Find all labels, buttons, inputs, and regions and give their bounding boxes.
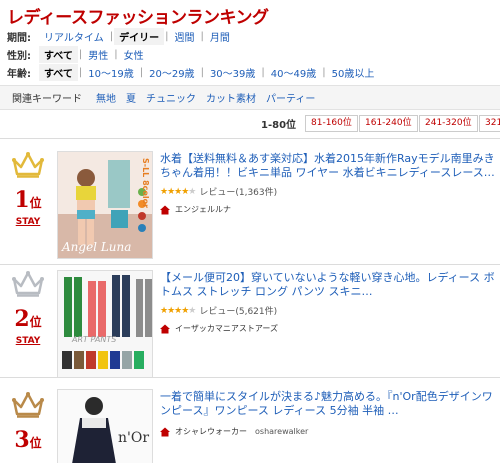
period-option[interactable]: デイリー <box>114 27 165 45</box>
shop-line: イーザッカマニアストアーズ <box>160 323 500 334</box>
filter-label: 期間: <box>7 32 31 44</box>
image-caption: n'Or <box>118 430 150 446</box>
divider <box>0 264 500 265</box>
rank-block: 1位 STAY <box>8 152 48 227</box>
keywords-label: 関連キーワード <box>12 94 82 105</box>
item-info: 水着【送料無料＆あす楽対応】水着2015年新作Rayモデル南里みきちゃん着用！！… <box>160 152 500 215</box>
pagination: 1-80位 81-160位 161-240位 241-320位 321- <box>0 110 500 137</box>
gender-option[interactable]: すべて <box>39 45 78 63</box>
divider <box>0 138 500 139</box>
crown-silver-icon <box>12 271 44 297</box>
period-option[interactable]: 月間 <box>205 28 235 45</box>
star-rating-icon: ★★★★★ <box>160 186 196 197</box>
filter-label: 年齢: <box>7 68 31 80</box>
product-image[interactable]: S-LL 8color Angel Luna <box>57 151 153 259</box>
keyword-link[interactable]: チュニック <box>146 90 196 105</box>
period-option[interactable]: 週間 <box>169 28 199 45</box>
shop-house-icon <box>160 427 170 436</box>
keyword-link[interactable]: パーティー <box>266 90 315 105</box>
filter-period: 期間: リアルタイム | デイリー | 週間 | 月間 <box>7 27 235 45</box>
shop-house-icon <box>160 205 170 214</box>
item-title-link[interactable]: 水着【送料無料＆あす楽対応】水着2015年新作Rayモデル南里みきちゃん着用！！… <box>160 152 500 180</box>
item-title-link[interactable]: 【メール便可20】穿いていないような軽い穿き心地。レディース ボトムス ストレッ… <box>160 271 500 299</box>
rank-number: 2位 <box>14 306 42 332</box>
crown-bronze-icon <box>12 392 44 418</box>
shop-name-link[interactable]: イーザッカマニアストアーズ <box>175 323 278 334</box>
image-caption: Angel Luna <box>62 240 132 254</box>
page-link[interactable]: 81-160位 <box>305 115 358 132</box>
age-option[interactable]: 30〜39歳 <box>205 64 260 81</box>
gender-option[interactable]: 男性 <box>83 46 113 63</box>
age-option[interactable]: 40〜49歳 <box>266 64 321 81</box>
divider <box>0 377 500 378</box>
shop-name-link[interactable]: オシャレウォーカー <box>175 426 247 437</box>
product-image[interactable]: ART PANTS <box>57 270 153 378</box>
rank-number: 1位 <box>14 187 42 213</box>
image-caption: ART PANTS <box>72 335 117 344</box>
current-range: 1-80位 <box>261 120 297 131</box>
age-option[interactable]: 50歳以上 <box>327 64 380 81</box>
shop-line: オシャレウォーカー osharewalker <box>160 426 500 437</box>
crown-gold-icon <box>12 152 44 178</box>
age-option[interactable]: すべて <box>39 63 78 81</box>
page-link[interactable]: 241-320位 <box>419 115 478 132</box>
filter-gender: 性別: すべて | 男性 | 女性 <box>7 45 149 63</box>
star-rating-icon: ★★★★★ <box>160 305 196 316</box>
product-image[interactable]: n'Or <box>57 389 153 463</box>
page-title: レディースファッションランキング <box>7 8 269 28</box>
rank-status: STAY <box>15 336 41 346</box>
rank-block: 2位 STAY <box>8 271 48 346</box>
review-line: ★★★★★ レビュー(5,621件) <box>160 304 500 318</box>
shop-id: osharewalker <box>255 427 309 436</box>
image-side-text: S-LL 8color <box>141 158 150 209</box>
keyword-link[interactable]: 夏 <box>126 90 136 105</box>
gender-option[interactable]: 女性 <box>119 46 149 63</box>
rank-status: STAY <box>15 217 41 227</box>
review-count-link[interactable]: レビュー(1,363件) <box>199 185 277 198</box>
related-keywords-bar: 関連キーワード 無地 夏 チュニック カット素材 パーティー <box>0 85 500 110</box>
review-line: ★★★★★ レビュー(1,363件) <box>160 185 500 199</box>
rank-block: 3位 <box>8 392 48 453</box>
shop-house-icon <box>160 324 170 333</box>
item-info: 一着で簡単にスタイルが決まる♪魅力高める。『n'Or配色デザインワンピース』ワン… <box>160 390 500 437</box>
shop-name-link[interactable]: エンジェルルナ <box>175 204 231 215</box>
keyword-link[interactable]: 無地 <box>96 90 116 105</box>
keyword-link[interactable]: カット素材 <box>206 90 256 105</box>
item-title-link[interactable]: 一着で簡単にスタイルが決まる♪魅力高める。『n'Or配色デザインワンピース』ワン… <box>160 390 500 418</box>
item-info: 【メール便可20】穿いていないような軽い穿き心地。レディース ボトムス ストレッ… <box>160 271 500 334</box>
page-link[interactable]: 161-240位 <box>359 115 418 132</box>
age-option[interactable]: 20〜29歳 <box>144 64 199 81</box>
review-count-link[interactable]: レビュー(5,621件) <box>199 304 277 317</box>
age-option[interactable]: 10〜19歳 <box>83 64 138 81</box>
rank-number: 3位 <box>14 427 42 453</box>
filter-label: 性別: <box>7 50 31 62</box>
shop-line: エンジェルルナ <box>160 204 500 215</box>
filter-age: 年齢: すべて | 10〜19歳 | 20〜29歳 | 30〜39歳 | 40〜49歳 |… <box>7 63 380 81</box>
period-option[interactable]: リアルタイム <box>39 28 109 45</box>
page-link[interactable]: 321- <box>479 115 500 132</box>
